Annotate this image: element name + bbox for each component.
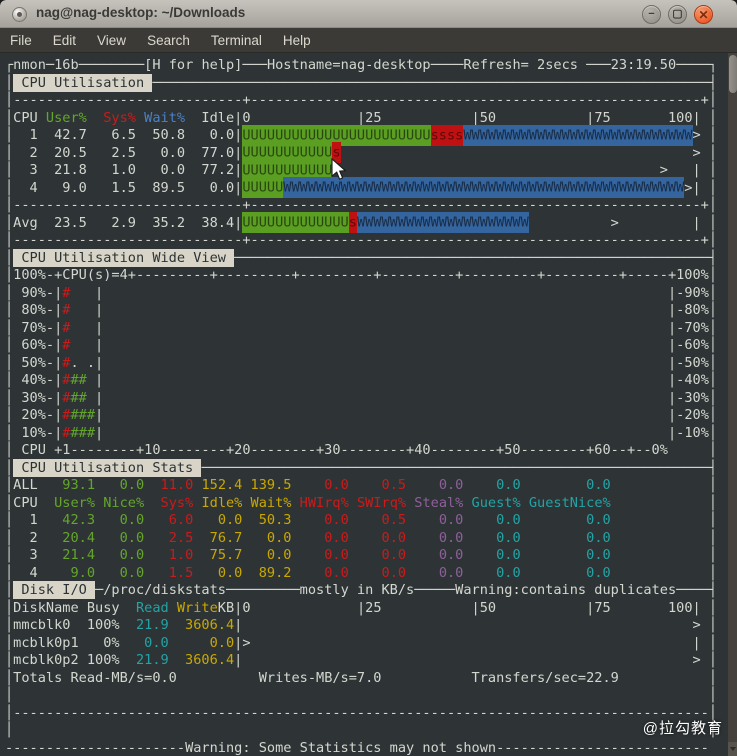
terminal-line: │ 70%-|# | |-70%│	[5, 319, 718, 336]
terminal-line: │mcblk0p1 0% 0.0 0.0|> | │	[5, 634, 718, 651]
menu-file[interactable]: File	[10, 33, 32, 48]
terminal-line: │DiskName Busy Read WriteKB|0 |25 |50 |7…	[5, 599, 718, 616]
terminal-line: │ Disk I/O ─/proc/diskstats─────────most…	[5, 581, 718, 599]
terminal-window: nag@nag-desktop: ~/Downloads − ▢ ✕ File …	[0, 0, 737, 756]
close-button[interactable]: ✕	[694, 5, 713, 24]
terminal-line: │ CPU +1--------+10--------+20--------+3…	[5, 442, 718, 458]
watermark: @拉勾教育	[642, 720, 723, 737]
terminal-line: │ 60%-|# | |-60%│	[5, 337, 718, 353]
menu-view[interactable]: View	[97, 33, 126, 48]
terminal-line: │ CPU Utilisation ──────────────────────…	[5, 73, 718, 92]
terminal-line: │ 50%-|#. .| |-50%│	[5, 354, 718, 371]
menu-search[interactable]: Search	[147, 33, 190, 48]
terminal-line: │ 2 20.5 2.5 0.0 77.0|UUUUUUUUUUUs > │	[5, 142, 727, 163]
maximize-button[interactable]: ▢	[668, 5, 687, 24]
terminal-line: │ 2 20.4 0.0 2.5 76.7 0.0 0.0 0.0 0.0 0.…	[5, 529, 718, 546]
maximize-icon: ▢	[672, 8, 683, 20]
terminal-line: │mcblk0p2 100% 21.9 3606.4| > │	[5, 652, 718, 668]
minimize-button[interactable]: −	[642, 5, 661, 24]
terminal-line: │Avg 23.5 2.9 35.2 38.4|UUUUUUUUUUUUUsWW…	[5, 212, 727, 233]
terminal-screen[interactable]: ┌nmon─16b────────[H for help]───Hostname…	[0, 53, 727, 756]
terminal-line: │----------------------------+----------…	[5, 92, 718, 108]
terminal-line: │ 30%-|### | |-30%│	[5, 389, 718, 406]
terminal-line: │ 80%-|# | |-80%│	[5, 302, 718, 318]
titlebar[interactable]: nag@nag-desktop: ~/Downloads − ▢ ✕	[0, 0, 737, 28]
scrollbar-thumb[interactable]	[729, 55, 737, 93]
minimize-icon: −	[648, 8, 655, 20]
terminal-line: │ CPU Utilisation Wide View ────────────…	[5, 248, 718, 267]
terminal-line: │ 4 9.0 1.5 89.5 0.0|UUUUUWWWWWWWWWWWWWW…	[5, 177, 727, 198]
terminal-line: │ 3 21.4 0.0 1.0 75.7 0.0 0.0 0.0 0.0 0.…	[5, 547, 718, 563]
scrollbar[interactable]	[727, 53, 737, 756]
terminal-line: │100%-+CPU(s)=4+---------+---------+----…	[5, 267, 718, 283]
terminal-line: │ 4 9.0 0.0 1.5 0.0 89.2 0.0 0.0 0.0 0.0…	[5, 564, 718, 581]
menu-terminal[interactable]: Terminal	[211, 33, 262, 48]
terminal-line: │ 10%-|####| |-10%│	[5, 424, 718, 441]
terminal-line: │ 1 42.7 6.5 50.8 0.0|UUUUUUUUUUUUUUUUUU…	[5, 124, 727, 146]
scroll-down-arrow[interactable]	[728, 742, 737, 756]
terminal-line: │ALL 93.1 0.0 11.0 152.4 139.5 0.0 0.5 0…	[5, 477, 718, 493]
terminal-line: │mmcblk0 100% 21.9 3606.4| > │	[5, 617, 718, 633]
nmon-output: ┌nmon─16b────────[H for help]───Hostname…	[5, 57, 727, 756]
menu-help[interactable]: Help	[283, 33, 311, 48]
mouse-cursor	[331, 158, 347, 180]
terminal-line: │ 20%-|####| |-20%│	[5, 407, 718, 423]
terminal-line: │Totals Read-MB/s=0.0 Writes-MB/s=7.0 Tr…	[5, 669, 718, 686]
terminal-line: │CPU User% Nice% Sys% Idle% Wait% HWIrq%…	[5, 494, 718, 511]
close-icon: ✕	[698, 7, 709, 22]
terminal-line: ┌nmon─16b────────[H for help]───Hostname…	[5, 57, 718, 73]
menubar: File Edit View Search Terminal Help	[0, 28, 737, 53]
terminal-line: │ 40%-|### | |-40%│	[5, 372, 718, 388]
terminal-line: │----------------------------+----------…	[5, 232, 718, 248]
terminal-line: │ 90%-|# | |-90%│	[5, 284, 718, 301]
menu-edit[interactable]: Edit	[53, 33, 76, 48]
terminal-line: │---------------------------------------…	[5, 704, 718, 721]
window-title: nag@nag-desktop: ~/Downloads	[36, 5, 246, 20]
terminal-line: ----------------------Warning: Some Stat…	[5, 739, 709, 756]
terminal-line: │ CPU Utilisation Stats ────────────────…	[5, 458, 718, 477]
terminal-line: │ 1 42.3 0.0 6.0 0.0 50.3 0.0 0.5 0.0 0.…	[5, 512, 718, 528]
terminal-line: │ │	[5, 687, 718, 703]
terminal-line: │ │	[5, 722, 718, 738]
window-menu-icon[interactable]	[12, 7, 27, 22]
